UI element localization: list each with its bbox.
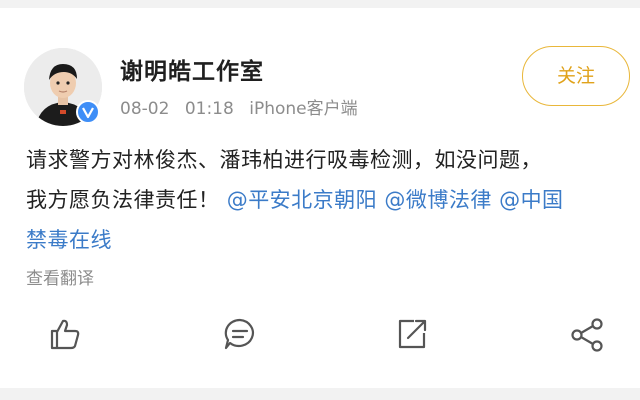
follow-button[interactable]: 关注 [522, 46, 630, 106]
share-icon [398, 319, 427, 349]
post-text-line-2: 我方愿负法律责任！ @平安北京朝阳 @微博法律 @中国 [26, 180, 626, 220]
like-icon [50, 319, 80, 350]
translate-link[interactable]: 查看翻译 [26, 264, 94, 289]
post-text-line-2-body: 我方愿负法律责任！ [26, 188, 220, 212]
bottom-divider [0, 388, 640, 400]
repost-icon [571, 318, 603, 352]
post-meta: 08-02 01:18 iPhone客户端 [120, 94, 358, 119]
post-text-line-1: 请求警方对林俊杰、潘玮柏进行吸毒检测，如没问题， [26, 148, 542, 172]
post-text-line-3: 禁毒在线 [26, 220, 626, 260]
mention-link-continued[interactable]: 禁毒在线 [26, 228, 112, 252]
comment-icon [224, 318, 254, 350]
author-name[interactable]: 谢明皓工作室 [120, 52, 264, 86]
like-button[interactable] [46, 316, 86, 356]
repost-button[interactable] [568, 316, 608, 356]
mention-link[interactable]: @中国 [499, 188, 564, 212]
mention-link[interactable]: @平安北京朝阳 [227, 188, 378, 212]
verified-icon [76, 100, 100, 124]
mention-link[interactable]: @微博法律 [384, 188, 492, 212]
top-divider [0, 0, 640, 8]
share-button[interactable] [394, 316, 434, 356]
post-date: 08-02 [120, 99, 170, 119]
post-time: 01:18 [184, 99, 234, 119]
comment-button[interactable] [222, 316, 262, 356]
post-text: 请求警方对林俊杰、潘玮柏进行吸毒检测，如没问题， 我方愿负法律责任！ @平安北京… [26, 140, 626, 260]
post-source: iPhone客户端 [249, 99, 358, 119]
